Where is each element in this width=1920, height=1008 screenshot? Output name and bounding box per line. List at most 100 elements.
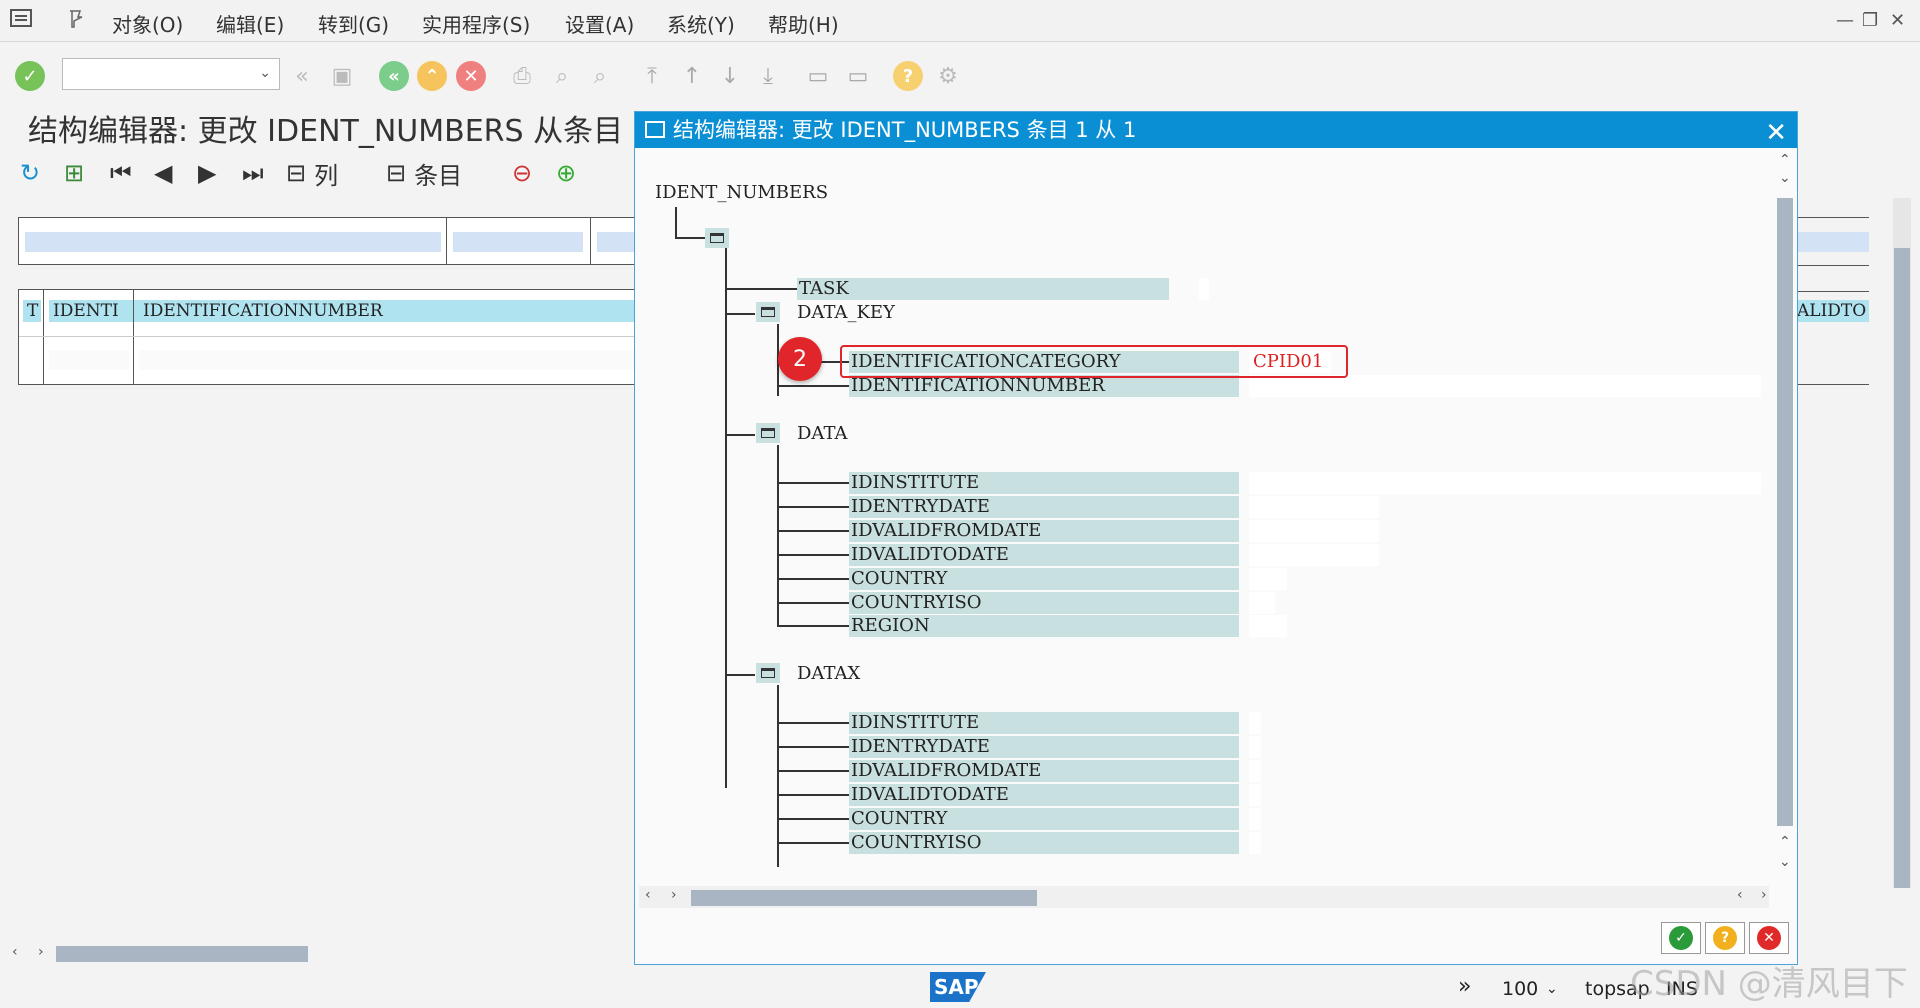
find-next-icon[interactable]: ⌕	[584, 60, 616, 92]
scroll-up-icon[interactable]: ⌃	[1779, 152, 1791, 168]
scroll-right-icon[interactable]: ›	[38, 944, 44, 960]
tree-line	[777, 685, 779, 867]
next-entry-icon[interactable]: ▶	[198, 158, 216, 188]
cancel-button[interactable]: ✕	[1749, 922, 1789, 954]
pin-icon[interactable]	[66, 9, 86, 29]
new-session-icon[interactable]: ▭	[802, 60, 834, 92]
scroll-thumb[interactable]	[1777, 198, 1793, 826]
find-icon[interactable]: ⌕	[546, 60, 578, 92]
tree-line	[777, 625, 849, 627]
scroll-right-icon[interactable]: ›	[1761, 887, 1767, 903]
scroll-thumb[interactable]	[1894, 248, 1910, 888]
back-icon[interactable]: «	[378, 60, 410, 92]
columns-icon: ⊟	[286, 159, 307, 187]
col-header-validto[interactable]: ALIDTO	[1797, 300, 1869, 322]
help-icon[interactable]: ?	[892, 60, 924, 92]
insert-row-icon[interactable]: ⊕	[556, 158, 576, 188]
close-window-icon[interactable]: ✕	[1890, 10, 1905, 31]
scroll-thumb[interactable]	[56, 946, 308, 962]
gear-icon[interactable]: ⚙	[932, 60, 964, 92]
data-idvalidtodate-input[interactable]	[1249, 544, 1379, 566]
refresh-icon[interactable]: ↻	[20, 158, 40, 188]
command-field[interactable]: ⌄	[62, 58, 280, 90]
scroll-left-icon[interactable]: ‹	[1737, 887, 1743, 903]
datax-idvalidtodate-input[interactable]	[1249, 784, 1261, 806]
data-country-input[interactable]	[1249, 568, 1287, 590]
double-left-icon[interactable]: «	[286, 60, 318, 92]
save-icon[interactable]: ▣	[326, 60, 358, 92]
datax-country-input[interactable]	[1249, 808, 1261, 830]
datax-identrydate-input[interactable]	[1249, 736, 1261, 758]
table-cell[interactable]	[49, 350, 129, 370]
col-header-t[interactable]: T	[23, 300, 41, 322]
zoom-level[interactable]: 100	[1502, 978, 1538, 1000]
identificationnumber-input[interactable]	[1249, 375, 1761, 397]
data-region-input[interactable]	[1249, 615, 1287, 637]
chevron-down-icon[interactable]: ⌄	[259, 65, 271, 81]
minimize-icon[interactable]: —	[1836, 10, 1854, 31]
table-cell[interactable]	[139, 350, 639, 370]
help-button[interactable]: ?	[1705, 922, 1745, 954]
dialog-hscroll[interactable]: ‹ › ‹ ›	[639, 886, 1769, 908]
menu-object[interactable]: 对象(O)	[112, 9, 183, 38]
entry-view-button[interactable]: ⊟ 条目	[386, 158, 462, 190]
restore-icon[interactable]: ❐	[1862, 10, 1878, 31]
menu-utilities[interactable]: 实用程序(S)	[422, 9, 530, 38]
datax-idinstitute-input[interactable]	[1249, 712, 1261, 734]
expand-status-icon[interactable]: »	[1458, 974, 1471, 999]
scroll-down-icon[interactable]: ⌄	[1779, 854, 1791, 870]
confirm-button[interactable]: ✓	[1661, 922, 1701, 954]
standard-toolbar: ✓ ⌄ « ▣ « ⌃ ✕ ⎙ ⌕ ⌕ ⤒ ↑ ↓ ⤓ ▭ ▭ ? ⚙	[0, 42, 1920, 112]
last-entry-icon[interactable]: ⏭	[242, 158, 264, 188]
datax-idvalidfromdate-input[interactable]	[1249, 760, 1261, 782]
field-data-idvalidtodate: IDVALIDTODATE	[849, 544, 1239, 566]
previous-page-icon[interactable]: ↑	[676, 60, 708, 92]
hierarchy-icon[interactable]: ⊞	[64, 158, 84, 188]
data-identrydate-input[interactable]	[1249, 496, 1379, 518]
chevron-down-icon[interactable]: ⌄	[1546, 981, 1558, 997]
menu-settings[interactable]: 设置(A)	[565, 9, 634, 38]
folder-icon[interactable]	[756, 663, 780, 683]
data-countryiso-input[interactable]	[1249, 592, 1275, 614]
folder-icon[interactable]	[756, 423, 780, 443]
datax-countryiso-input[interactable]	[1249, 832, 1261, 854]
scroll-left-icon[interactable]: ‹	[645, 887, 651, 903]
folder-icon[interactable]	[756, 302, 780, 322]
annotation-step-badge: 2	[778, 337, 822, 381]
scroll-left-icon[interactable]: ‹	[12, 944, 18, 960]
menu-system[interactable]: 系统(Y)	[667, 9, 735, 38]
data-idinstitute-input[interactable]	[1249, 472, 1761, 494]
last-page-icon[interactable]: ⤓	[752, 60, 784, 92]
print-icon[interactable]: ⎙	[506, 60, 538, 92]
folder-icon[interactable]	[705, 228, 729, 248]
scroll-down-icon[interactable]: ⌄	[1779, 170, 1791, 186]
cancel-icon[interactable]: ✕	[455, 60, 487, 92]
app-menu-icon[interactable]	[10, 9, 32, 27]
dialog-vscroll[interactable]: ⌃ ⌄ ⌃ ⌄	[1775, 152, 1795, 992]
divider	[1797, 217, 1869, 218]
first-page-icon[interactable]: ⤒	[636, 60, 668, 92]
first-entry-icon[interactable]: ⏮	[110, 158, 132, 188]
menu-edit[interactable]: 编辑(E)	[216, 9, 284, 38]
close-icon[interactable]: ✕	[1765, 115, 1787, 151]
column-view-button[interactable]: ⊟ 列	[286, 158, 338, 190]
menu-help[interactable]: 帮助(H)	[768, 9, 839, 38]
col-header-identificationnumber[interactable]: IDENTIFICATIONNUMBER	[139, 300, 639, 322]
exit-icon[interactable]: ⌃	[416, 60, 448, 92]
shortcut-icon[interactable]: ▭	[842, 60, 874, 92]
header-cell	[453, 232, 583, 252]
enter-icon[interactable]: ✓	[14, 60, 46, 92]
menu-goto[interactable]: 转到(G)	[318, 9, 389, 38]
node-datax: DATAX	[797, 663, 861, 684]
previous-entry-icon[interactable]: ◀	[154, 158, 172, 188]
delete-row-icon[interactable]: ⊖	[512, 158, 532, 188]
scroll-up-icon[interactable]: ⌃	[1779, 834, 1791, 850]
field-data-idinstitute: IDINSTITUTE	[849, 472, 1239, 494]
data-idvalidfromdate-input[interactable]	[1249, 520, 1379, 542]
scroll-right-icon[interactable]: ›	[671, 887, 677, 903]
task-value[interactable]	[1199, 278, 1209, 300]
background-vscroll[interactable]	[1893, 198, 1911, 888]
next-page-icon[interactable]: ↓	[714, 60, 746, 92]
scroll-thumb[interactable]	[691, 890, 1037, 906]
structure-data-table: T IDENTI IDENTIFICATIONNUMBER	[18, 289, 639, 385]
